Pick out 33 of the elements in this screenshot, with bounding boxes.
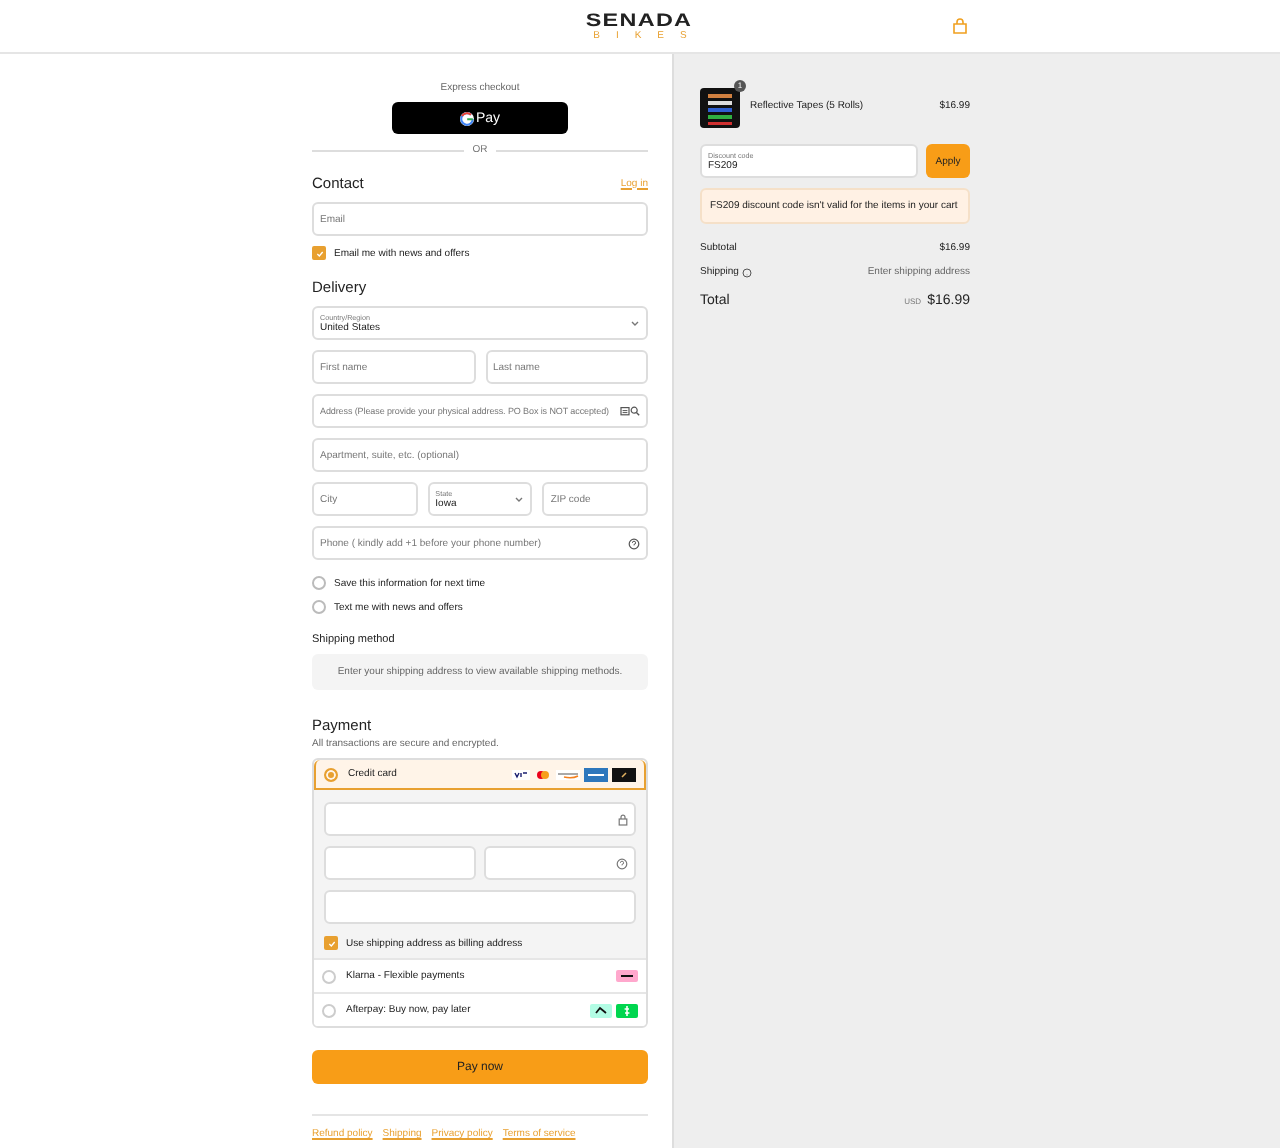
- bag-icon: [952, 18, 968, 34]
- logo-text: SENADA: [586, 11, 694, 29]
- radio-button[interactable]: [322, 969, 336, 983]
- card-brand-icon: [556, 769, 580, 779]
- checkmark-icon: [315, 249, 323, 257]
- expiry-field[interactable]: [324, 846, 476, 880]
- address-book-icon: [620, 406, 630, 416]
- security-code-field[interactable]: [484, 846, 636, 880]
- checkbox[interactable]: [312, 600, 326, 614]
- help-icon: [616, 857, 628, 869]
- klarna-badge-icon: [616, 970, 638, 982]
- name-on-card-field[interactable]: [324, 890, 636, 924]
- cash-badge-icon: [616, 1003, 638, 1017]
- chevron-down-icon: [514, 495, 525, 503]
- product-thumbnail-icon: [700, 88, 740, 128]
- help-icon: [628, 537, 640, 549]
- card-brand-icon: [534, 769, 552, 779]
- radio-button[interactable]: [324, 767, 338, 781]
- radio-button[interactable]: [322, 1003, 336, 1017]
- card-brand-icon: [512, 769, 530, 779]
- chevron-down-icon: [630, 319, 640, 327]
- search-icon: [630, 406, 640, 416]
- card-brand-icon: [584, 767, 608, 781]
- checkbox[interactable]: [312, 576, 326, 590]
- g-logo-icon: [459, 111, 474, 125]
- card-number-field[interactable]: [324, 802, 636, 836]
- help-icon: [742, 267, 753, 277]
- lock-icon: [618, 813, 628, 825]
- checkbox[interactable]: [324, 936, 338, 950]
- checkbox[interactable]: [312, 246, 326, 260]
- card-brand-icon: [612, 767, 636, 781]
- afterpay-badge-icon: [590, 1003, 612, 1017]
- checkmark-icon: [327, 939, 335, 947]
